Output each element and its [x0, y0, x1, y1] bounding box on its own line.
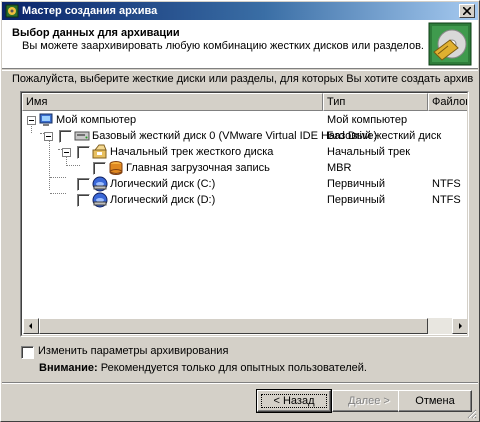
column-header-filesystem[interactable]: Файловая [428, 93, 467, 111]
collapse-toggle[interactable] [27, 116, 36, 125]
change-params-label[interactable]: Изменить параметры архивирования [38, 345, 228, 357]
warning-text: Рекомендуется только для опытных пользов… [100, 362, 367, 374]
tree-row-name: Мой компьютер [56, 114, 137, 126]
resize-grip-icon[interactable] [465, 407, 477, 419]
volume-c-checkbox[interactable] [77, 178, 90, 191]
arrow-left-icon [29, 323, 32, 329]
header-divider [2, 70, 478, 71]
volume-d-checkbox[interactable] [77, 194, 90, 207]
logical-disk-icon [92, 192, 108, 208]
scroll-thumb[interactable] [39, 318, 428, 334]
disk-0-checkbox[interactable] [59, 130, 72, 143]
tree-row-first-track[interactable]: Начальный трек жесткого диска Начальный … [22, 144, 467, 160]
tree-row-type: Первичный [327, 194, 385, 206]
horizontal-scrollbar[interactable] [23, 318, 467, 334]
scroll-right-button[interactable] [452, 318, 467, 334]
tree-row-my-computer[interactable]: Мой компьютер Мой компьютер [22, 112, 467, 128]
hard-disk-icon [74, 131, 90, 141]
logical-disk-icon [92, 176, 108, 192]
header-title: Выбор данных для архивации [12, 27, 180, 39]
mbr-record-icon [109, 161, 123, 175]
app-icon [5, 4, 19, 18]
next-button[interactable]: Далее > [332, 390, 406, 412]
collapse-toggle[interactable] [44, 132, 53, 141]
focus-rect [261, 394, 327, 408]
mbr-checkbox[interactable] [93, 162, 106, 175]
change-params-checkbox[interactable] [21, 346, 34, 359]
collapse-toggle[interactable] [62, 148, 71, 157]
tree-row-fs: NTFS [432, 194, 461, 206]
tree-row-type: Базовый жесткий диск [327, 130, 442, 142]
tree-row-type: Начальный трек [327, 146, 411, 158]
header-subtitle: Вы можете заархивировать любую комбинаци… [22, 40, 424, 52]
tree-row-mbr[interactable]: Главная загрузочная запись MBR [22, 160, 467, 176]
column-header-name[interactable]: Имя [22, 93, 323, 111]
warning-label: Внимание: [39, 362, 98, 374]
window-title: Мастер создания архива [22, 5, 158, 17]
tree-row-disk-0[interactable]: Базовый жесткий диск 0 (VMware Virtual I… [22, 128, 467, 144]
tree-row-volume-c[interactable]: Логический диск (C:) Первичный NTFS [22, 176, 467, 192]
wizard-window: Мастер создания архива Выбор данных для … [0, 0, 480, 422]
disk-tree[interactable]: Имя Тип Файловая Мой компьютер Мо [20, 91, 469, 337]
back-button[interactable]: < Назад [256, 389, 332, 413]
tree-row-name: Логический диск (C:) [110, 178, 216, 190]
tree-row-name: Логический диск (D:) [110, 194, 216, 206]
title-bar[interactable]: Мастер создания архива [2, 2, 478, 20]
track-icon [92, 144, 107, 159]
scroll-left-button[interactable] [23, 318, 39, 334]
cancel-button[interactable]: Отмена [398, 390, 472, 412]
close-button[interactable] [459, 4, 475, 18]
warning-note: Внимание: Рекомендуется только для опытн… [39, 362, 367, 374]
tree-row-type: MBR [327, 162, 352, 174]
tree-row-type: Мой компьютер [327, 114, 408, 126]
column-header-type[interactable]: Тип [323, 93, 428, 111]
first-track-checkbox[interactable] [77, 146, 90, 159]
footer-divider-highlight [2, 383, 478, 384]
tree-row-name: Начальный трек жесткого диска [110, 146, 274, 158]
tree-row-type: Первичный [327, 178, 385, 190]
archive-wizard-logo-icon [428, 22, 472, 66]
cancel-button-label: Отмена [415, 395, 455, 407]
next-button-label: Далее > [348, 395, 390, 407]
computer-icon [39, 113, 53, 126]
close-icon [463, 7, 471, 15]
tree-row-name: Главная загрузочная запись [126, 162, 270, 174]
tree-row-volume-d[interactable]: Логический диск (D:) Первичный NTFS [22, 192, 467, 208]
selection-prompt: Пожалуйста, выберите жесткие диски или р… [12, 73, 474, 85]
arrow-right-icon [459, 323, 462, 329]
wizard-header: Выбор данных для архивации Вы можете заа… [2, 20, 478, 69]
tree-row-fs: NTFS [432, 178, 461, 190]
